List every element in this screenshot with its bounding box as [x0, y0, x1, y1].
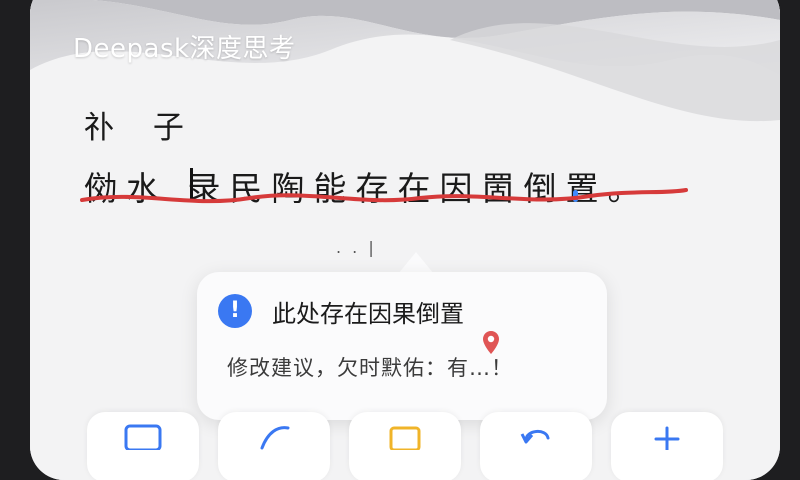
- dock-button-image[interactable]: [87, 412, 199, 480]
- add-icon: [654, 426, 680, 450]
- document-line-1: 䃼 子: [84, 110, 198, 146]
- dock-button-note[interactable]: [349, 412, 461, 480]
- dock-button-undo[interactable]: [480, 412, 592, 480]
- phone-screen: Deepask深度思考 䃼 子 俲水 录民陶能存在因䍛倒置。 . . | ! 此…: [30, 0, 780, 480]
- popup-suggestion[interactable]: 修改建议，欠时默佑：有…！: [227, 352, 513, 382]
- brush-icon: [260, 426, 290, 450]
- popup-arrow: [398, 252, 434, 274]
- ellipsis-marker: . . |: [336, 238, 377, 257]
- note-icon: [389, 426, 421, 450]
- popup-title: 此处存在因果倒置: [272, 300, 464, 328]
- location-pin-icon: [483, 331, 499, 354]
- bottom-dock: [30, 412, 780, 480]
- dock-button-add[interactable]: [611, 412, 723, 480]
- error-underline: [80, 188, 688, 204]
- image-icon: [124, 424, 162, 450]
- app-title: Deepask深度思考: [73, 34, 296, 64]
- undo-icon: [520, 430, 550, 444]
- alert-icon: !: [218, 294, 252, 328]
- dock-button-brush[interactable]: [218, 412, 330, 480]
- suggestion-popup[interactable]: ! 此处存在因果倒置 修改建议，欠时默佑：有…！: [197, 272, 607, 420]
